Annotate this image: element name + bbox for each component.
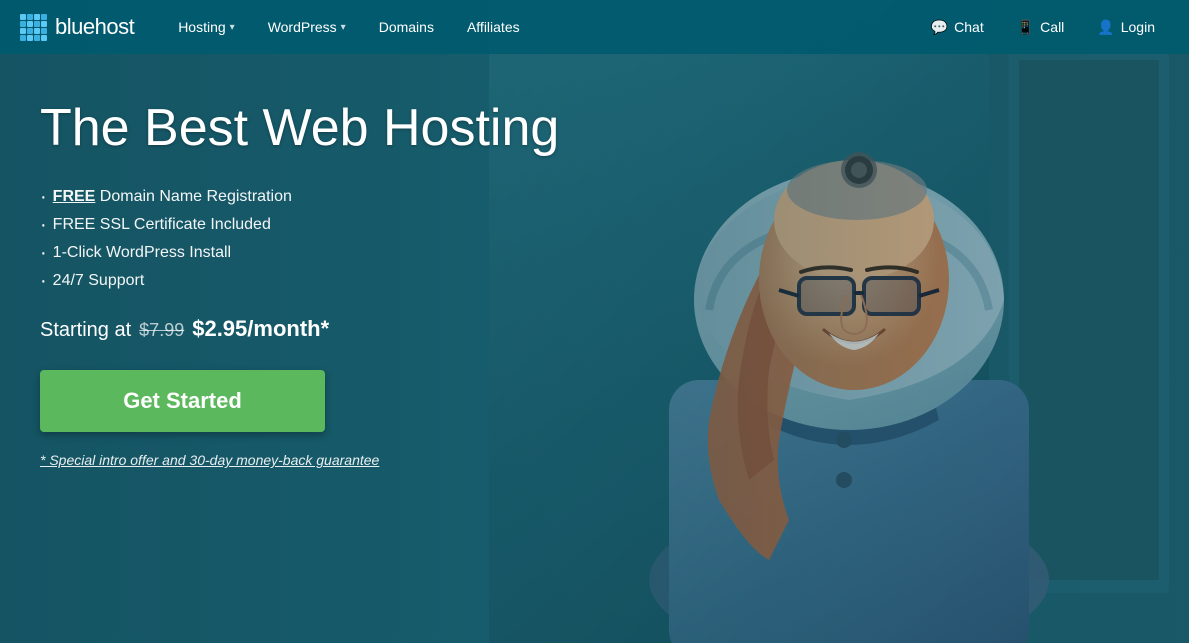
bullet-4: · — [40, 271, 47, 291]
chat-button[interactable]: 💬 Chat — [917, 11, 998, 44]
get-started-button[interactable]: Get Started — [40, 370, 325, 432]
navbar: bluehost Hosting ▾ WordPress ▾ Domains A… — [0, 0, 1189, 54]
phone-icon: 📱 — [1017, 19, 1034, 36]
nav-wordpress[interactable]: WordPress ▾ — [254, 11, 360, 43]
login-button[interactable]: 👤 Login — [1083, 11, 1169, 44]
nav-right-actions: 💬 Chat 📱 Call 👤 Login — [917, 11, 1169, 44]
pricing-section: Starting at $7.99 $2.95/month* — [40, 316, 559, 342]
nav-domains[interactable]: Domains — [365, 11, 448, 43]
call-button[interactable]: 📱 Call — [1003, 11, 1079, 44]
user-icon: 👤 — [1097, 19, 1114, 36]
feature-ssl: · FREE SSL Certificate Included — [40, 215, 559, 235]
logo[interactable]: bluehost — [20, 14, 134, 41]
guarantee-link[interactable]: * Special intro offer and 30-day money-b… — [40, 452, 379, 468]
chat-icon: 💬 — [931, 19, 948, 36]
bullet-1: · — [40, 187, 47, 207]
brand-name: bluehost — [55, 14, 134, 40]
hero-title: The Best Web Hosting — [40, 100, 559, 157]
feature-support: · 24/7 Support — [40, 271, 559, 291]
pricing-prefix: Starting at — [40, 319, 131, 342]
hero-content: The Best Web Hosting · FREE Domain Name … — [40, 100, 559, 470]
wordpress-chevron-icon: ▾ — [341, 22, 346, 33]
bullet-2: · — [40, 215, 47, 235]
hero-section: bluehost Hosting ▾ WordPress ▾ Domains A… — [0, 0, 1189, 643]
feature-wordpress: · 1-Click WordPress Install — [40, 243, 559, 263]
nav-affiliates[interactable]: Affiliates — [453, 11, 534, 43]
nav-hosting[interactable]: Hosting ▾ — [164, 11, 249, 43]
hero-features-list: · FREE Domain Name Registration · FREE S… — [40, 187, 559, 291]
hosting-chevron-icon: ▾ — [230, 22, 235, 33]
free-label-1: FREE — [53, 188, 96, 205]
feature-domain: · FREE Domain Name Registration — [40, 187, 559, 207]
bullet-3: · — [40, 243, 47, 263]
price-current: $2.95/month* — [192, 316, 329, 342]
logo-grid-icon — [20, 14, 47, 41]
nav-links: Hosting ▾ WordPress ▾ Domains Affiliates — [164, 11, 917, 43]
price-original: $7.99 — [139, 320, 184, 341]
